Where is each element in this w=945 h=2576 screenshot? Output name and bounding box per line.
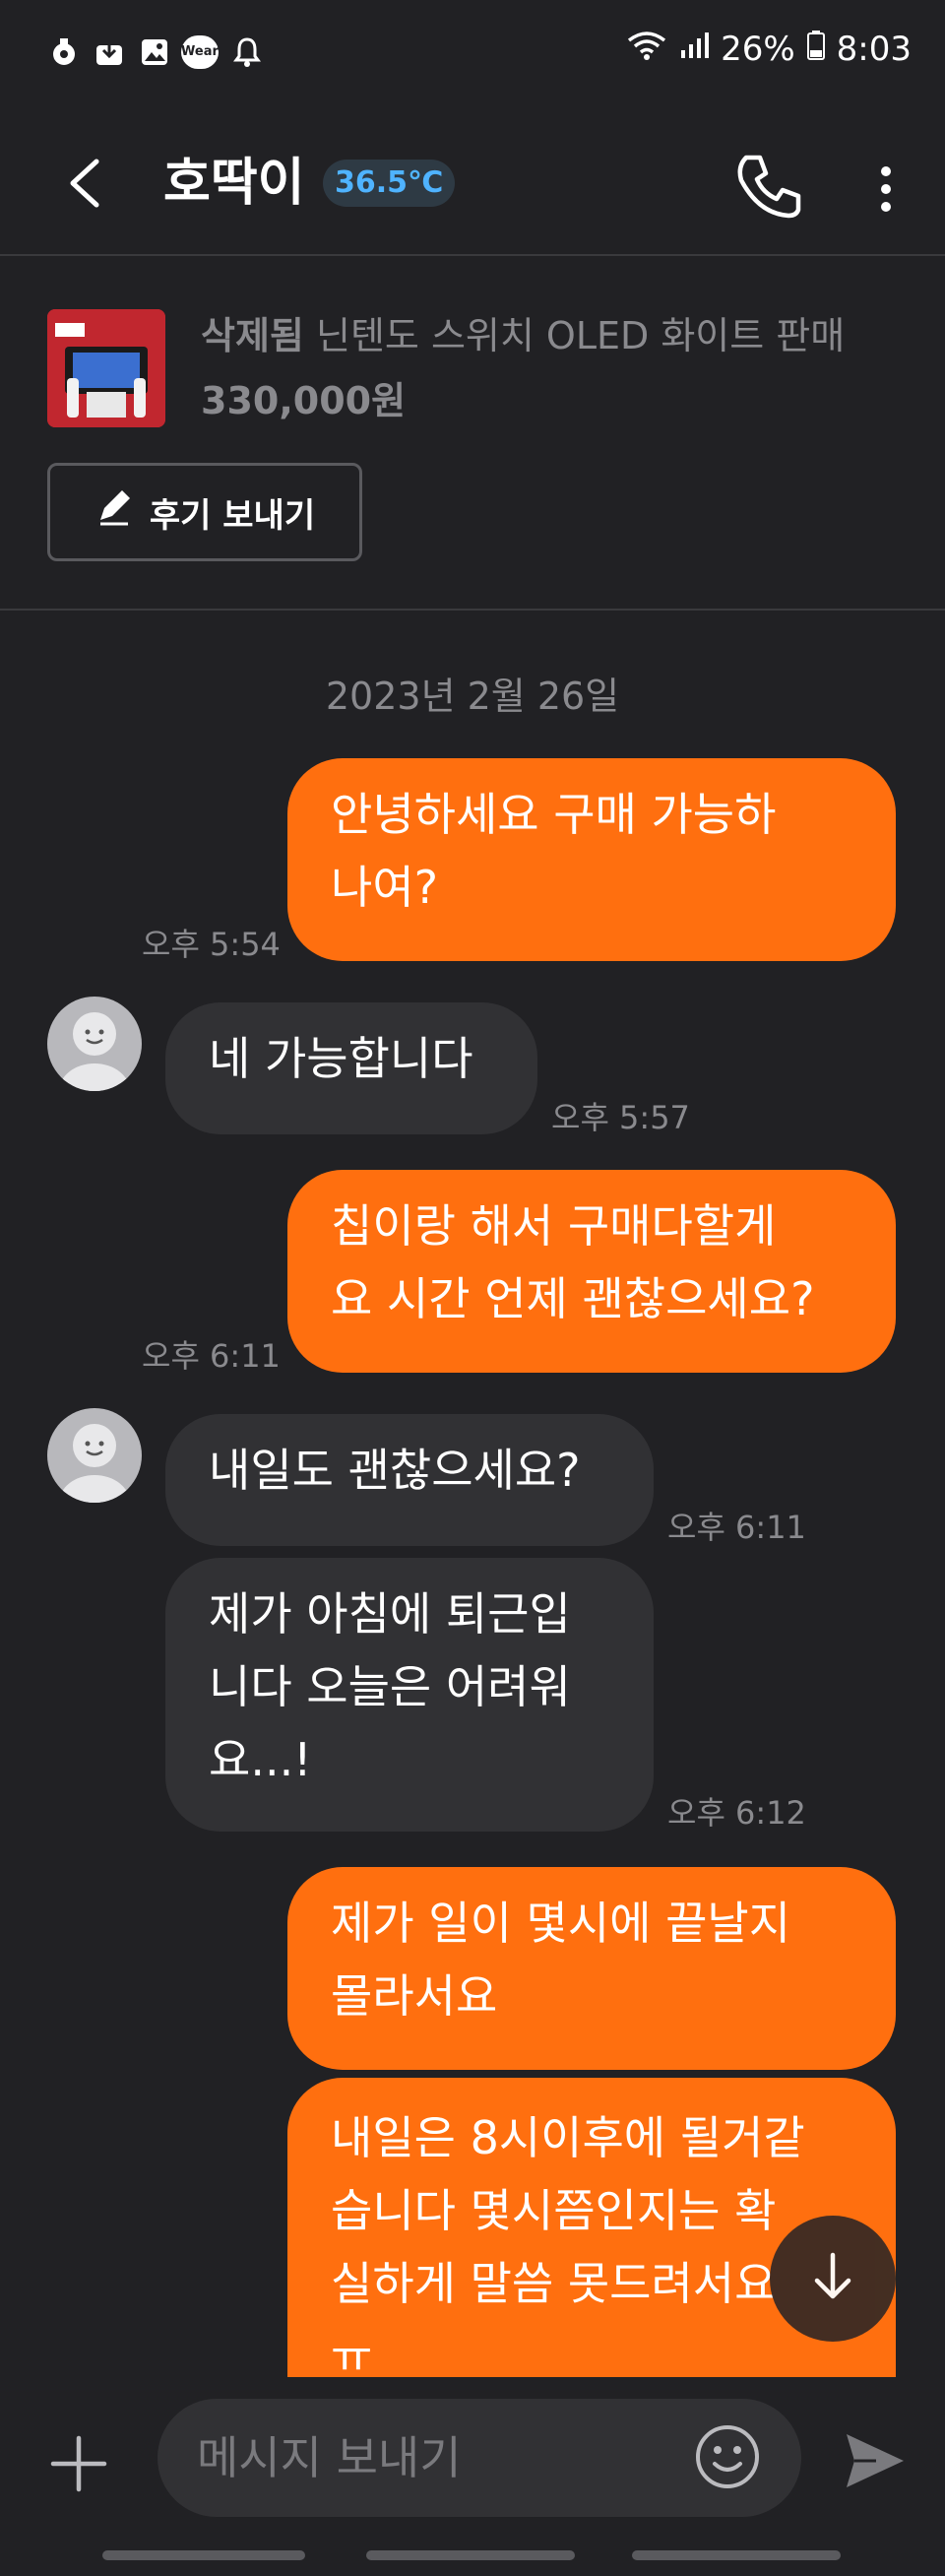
message-line: 네 가능합니다 [209, 1032, 473, 1085]
status-right: 26% 8:03 [626, 30, 912, 69]
download-icon [94, 35, 124, 69]
message-time: 오후 5:54 [142, 926, 281, 963]
send-icon[interactable] [843, 2428, 908, 2493]
message-line: 습니다 몇시쯤인지는 확 [331, 2184, 777, 2237]
send-review-label: 후기 보내기 [149, 495, 316, 536]
battery-percent: 26% [721, 30, 795, 69]
message-line: 내일도 괜찮으세요? [209, 1444, 581, 1497]
send-review-button[interactable]: 후기 보내기 [47, 463, 362, 561]
product-name: 닌텐도 스위치 OLED 화이트 판매 [315, 314, 846, 357]
message-line: 제가 아침에 퇴근입 [209, 1587, 571, 1641]
more-options-icon[interactable] [866, 150, 906, 228]
image-icon [140, 35, 169, 69]
pencil-icon [94, 488, 134, 537]
wifi-icon [626, 30, 667, 69]
message-line: ㅠ [331, 2330, 373, 2377]
manner-temperature-badge: 36.5℃ [323, 160, 456, 207]
product-price: 330,000원 [201, 379, 407, 422]
message-line: 안녕하세요 구매 가능하 [331, 788, 777, 841]
message-line: 제가 일이 몇시에 끝날지 [331, 1897, 791, 1950]
back-button[interactable] [55, 144, 114, 223]
chat-partner-name: 호딱이 [163, 154, 305, 213]
message-bubble-outgoing[interactable]: 칩이랑 해서 구매다할게 요 시간 언제 괜찮으세요? [287, 1170, 896, 1373]
message-line: 니다 오늘은 어려워 [209, 1660, 571, 1713]
message-bubble-outgoing[interactable]: 안녕하세요 구매 가능하 나여? [287, 758, 896, 961]
date-separator: 2023년 2월 26일 [325, 675, 620, 718]
product-status: 삭제됨 [201, 314, 304, 357]
message-time: 오후 6:11 [667, 1509, 806, 1546]
signal-icon [679, 30, 710, 69]
message-line: 요 시간 언제 괜찮으세요? [331, 1272, 815, 1325]
message-time: 오후 6:12 [667, 1794, 806, 1832]
message-bubble-incoming[interactable]: 제가 아침에 퇴근입 니다 오늘은 어려워 요...! [165, 1558, 654, 1832]
message-bubble-incoming[interactable]: 내일도 괜찮으세요? [165, 1414, 654, 1546]
message-line: 나여? [331, 861, 439, 914]
nav-bar-segment [102, 2550, 305, 2560]
message-time: 오후 5:57 [551, 1099, 690, 1136]
battery-icon [806, 30, 825, 69]
message-line: 내일은 8시이후에 될거같 [331, 2111, 805, 2164]
product-panel[interactable]: 삭제됨 닌텐도 스위치 OLED 화이트 판매 330,000원 후기 보내기 [0, 256, 945, 611]
message-bubble-outgoing[interactable]: 제가 일이 몇시에 끝날지 몰라서요 [287, 1867, 896, 2070]
shield-icon [49, 35, 79, 69]
bell-icon [232, 35, 262, 69]
scroll-to-bottom-button[interactable] [770, 2216, 896, 2342]
chat-header: 호딱이 36.5℃ [0, 110, 945, 256]
arrow-down-icon [803, 2247, 862, 2310]
avatar[interactable] [47, 1408, 142, 1503]
status-bar: Wear 26% 8:03 [0, 0, 945, 110]
emoji-icon[interactable] [693, 2422, 762, 2491]
message-line: 칩이랑 해서 구매다할게 [331, 1199, 777, 1253]
clock: 8:03 [836, 30, 912, 69]
product-title-line: 삭제됨 닌텐도 스위치 OLED 화이트 판매 [201, 305, 845, 359]
message-input-bar: 메시지 보내기 [0, 2383, 945, 2576]
phone-icon[interactable] [728, 140, 807, 228]
nav-bar-segment [366, 2550, 575, 2560]
add-attachment-icon[interactable] [49, 2434, 108, 2493]
message-input-placeholder: 메시지 보내기 [197, 2431, 462, 2484]
message-line: 몰라서요 [331, 1969, 498, 2023]
message-bubble-incoming[interactable]: 네 가능합니다 [165, 1002, 537, 1134]
message-line: 요...! [209, 1733, 312, 1786]
nav-bar-segment [632, 2550, 841, 2560]
product-thumbnail[interactable] [47, 309, 165, 427]
message-time: 오후 6:11 [142, 1337, 281, 1375]
wear-icon: Wear [181, 35, 219, 69]
avatar[interactable] [47, 997, 142, 1091]
